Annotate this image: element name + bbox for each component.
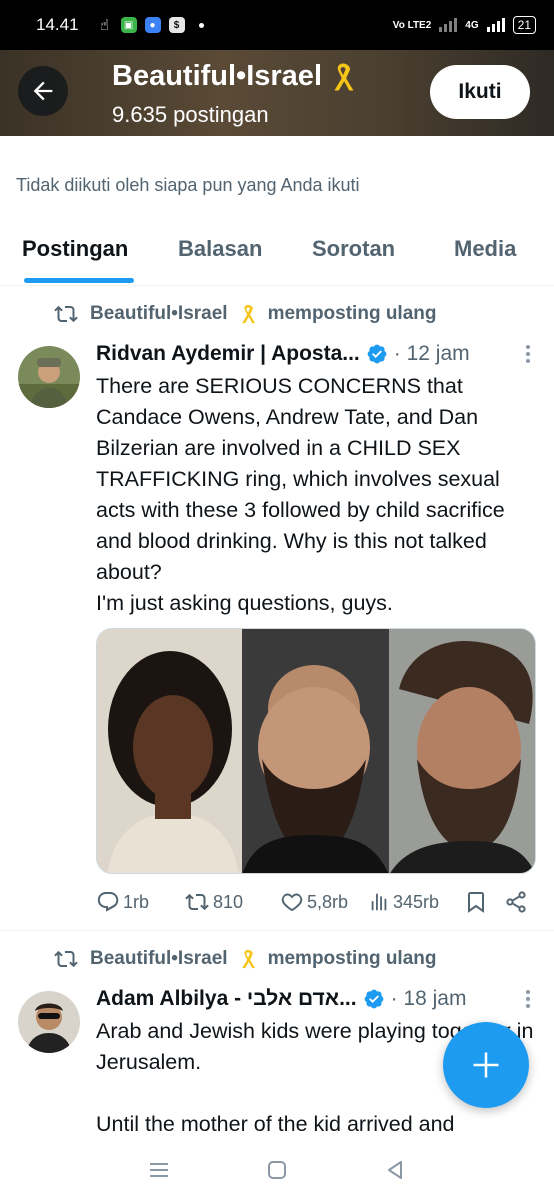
arrow-left-icon: [33, 81, 53, 101]
yellow-ribbon-icon: [241, 304, 255, 324]
app-notification-icon: ●: [144, 17, 161, 33]
share-button[interactable]: [504, 890, 528, 914]
profile-name: Beautiful•Israel: [112, 60, 322, 92]
tab-highlights[interactable]: Sorotan: [312, 236, 395, 262]
avatar[interactable]: [18, 346, 80, 408]
post-header: Adam Albilya - אדם אלבי... · 18 jam: [96, 987, 536, 1011]
compose-button[interactable]: [443, 1022, 529, 1108]
status-bar: 14.41 ☝ ▣ ● $ Vo LTE2 4G 21: [0, 0, 554, 50]
post-divider: [0, 930, 554, 931]
post-time: · 12 jam: [393, 342, 470, 365]
yellow-ribbon-icon: [241, 949, 255, 969]
repost-button[interactable]: 810: [184, 890, 280, 914]
shopping-bag-icon: $: [168, 17, 185, 33]
like-count: 5,8rb: [307, 891, 349, 912]
heart-icon: [281, 893, 303, 912]
follow-button[interactable]: Ikuti: [430, 65, 530, 119]
tab-posts[interactable]: Postingan: [22, 236, 128, 262]
signal-icon: [439, 18, 458, 32]
plus-icon: [473, 1052, 499, 1078]
followers-you-know-text: Tidak diikuti oleh siapa pun yang Anda i…: [16, 175, 360, 195]
media-image-3: [388, 629, 535, 873]
media-image-1: [97, 629, 243, 873]
post-text: There are SERIOUS CONCERNS that Candace …: [96, 374, 505, 615]
notification-icons: ☝ ▣ ● $: [97, 17, 204, 34]
repost-indicator[interactable]: Beautiful•Israel memposting ulang: [52, 947, 437, 971]
post-header: Ridvan Aydemir | Aposta... · 12 jam: [96, 342, 536, 366]
volte-indicator: Vo LTE2: [392, 19, 432, 31]
repost-indicator[interactable]: Beautiful•Israel memposting ulang: [52, 302, 437, 326]
repost-suffix: memposting ulang: [267, 948, 437, 969]
post-time: · 18 jam: [390, 987, 467, 1010]
author-name[interactable]: Ridvan Aydemir | Aposta...: [96, 342, 360, 366]
more-options-icon[interactable]: [526, 990, 536, 1008]
network-type: 4G: [465, 19, 479, 31]
repost-icon: [185, 893, 209, 911]
verified-badge-icon: [363, 988, 385, 1010]
home-icon[interactable]: [266, 1159, 288, 1181]
battery-icon: 21: [512, 16, 536, 34]
reply-count: 1rb: [123, 891, 150, 912]
battery-level: 21: [517, 18, 531, 32]
more-notifications-dot: [198, 22, 204, 28]
view-count: 345rb: [393, 891, 440, 912]
profile-header: Beautiful•Israel 9.635 postingan Ikuti: [0, 50, 554, 136]
more-options-icon[interactable]: [526, 345, 536, 363]
reply-icon: [97, 892, 119, 912]
active-tab-indicator: [24, 278, 134, 283]
views-button[interactable]: 345rb: [368, 891, 464, 913]
like-button[interactable]: 5,8rb: [280, 890, 368, 914]
tab-replies[interactable]: Balasan: [178, 236, 262, 262]
avatar[interactable]: [18, 991, 80, 1053]
views-icon: [371, 893, 387, 911]
repost-by: Beautiful•Israel: [90, 948, 228, 969]
share-icon: [506, 891, 526, 913]
repost-icon: [54, 950, 78, 968]
yellow-ribbon-icon: [334, 62, 354, 91]
system-nav-bar: [0, 1140, 554, 1200]
post-media[interactable]: [96, 628, 536, 874]
repost-icon: [54, 305, 78, 323]
media-image-2: [242, 629, 389, 873]
post-count: 9.635 postingan: [112, 102, 269, 127]
repost-suffix: memposting ulang: [267, 303, 437, 324]
app-notification-icon: ▣: [120, 17, 137, 33]
recent-apps-icon[interactable]: [148, 1159, 170, 1181]
bookmark-button[interactable]: [464, 890, 504, 914]
status-time: 14.41: [36, 15, 79, 34]
gesture-icon: ☝: [99, 17, 110, 34]
signal-icon: [486, 18, 505, 32]
tab-media[interactable]: Media: [454, 236, 516, 262]
profile-title: Beautiful•Israel: [112, 60, 358, 93]
bookmark-icon: [468, 892, 484, 913]
back-button[interactable]: [18, 66, 68, 116]
profile-tabs: Postingan Balasan Sorotan Media: [0, 224, 554, 286]
repost-count: 810: [213, 891, 244, 912]
back-icon[interactable]: [384, 1159, 406, 1181]
post-actions: 1rb 810 5,8rb 345rb: [96, 890, 536, 914]
verified-badge-icon: [366, 343, 388, 365]
author-name[interactable]: Adam Albilya - אדם אלבי...: [96, 987, 357, 1011]
reply-button[interactable]: 1rb: [96, 890, 184, 914]
repost-by: Beautiful•Israel: [90, 303, 228, 324]
